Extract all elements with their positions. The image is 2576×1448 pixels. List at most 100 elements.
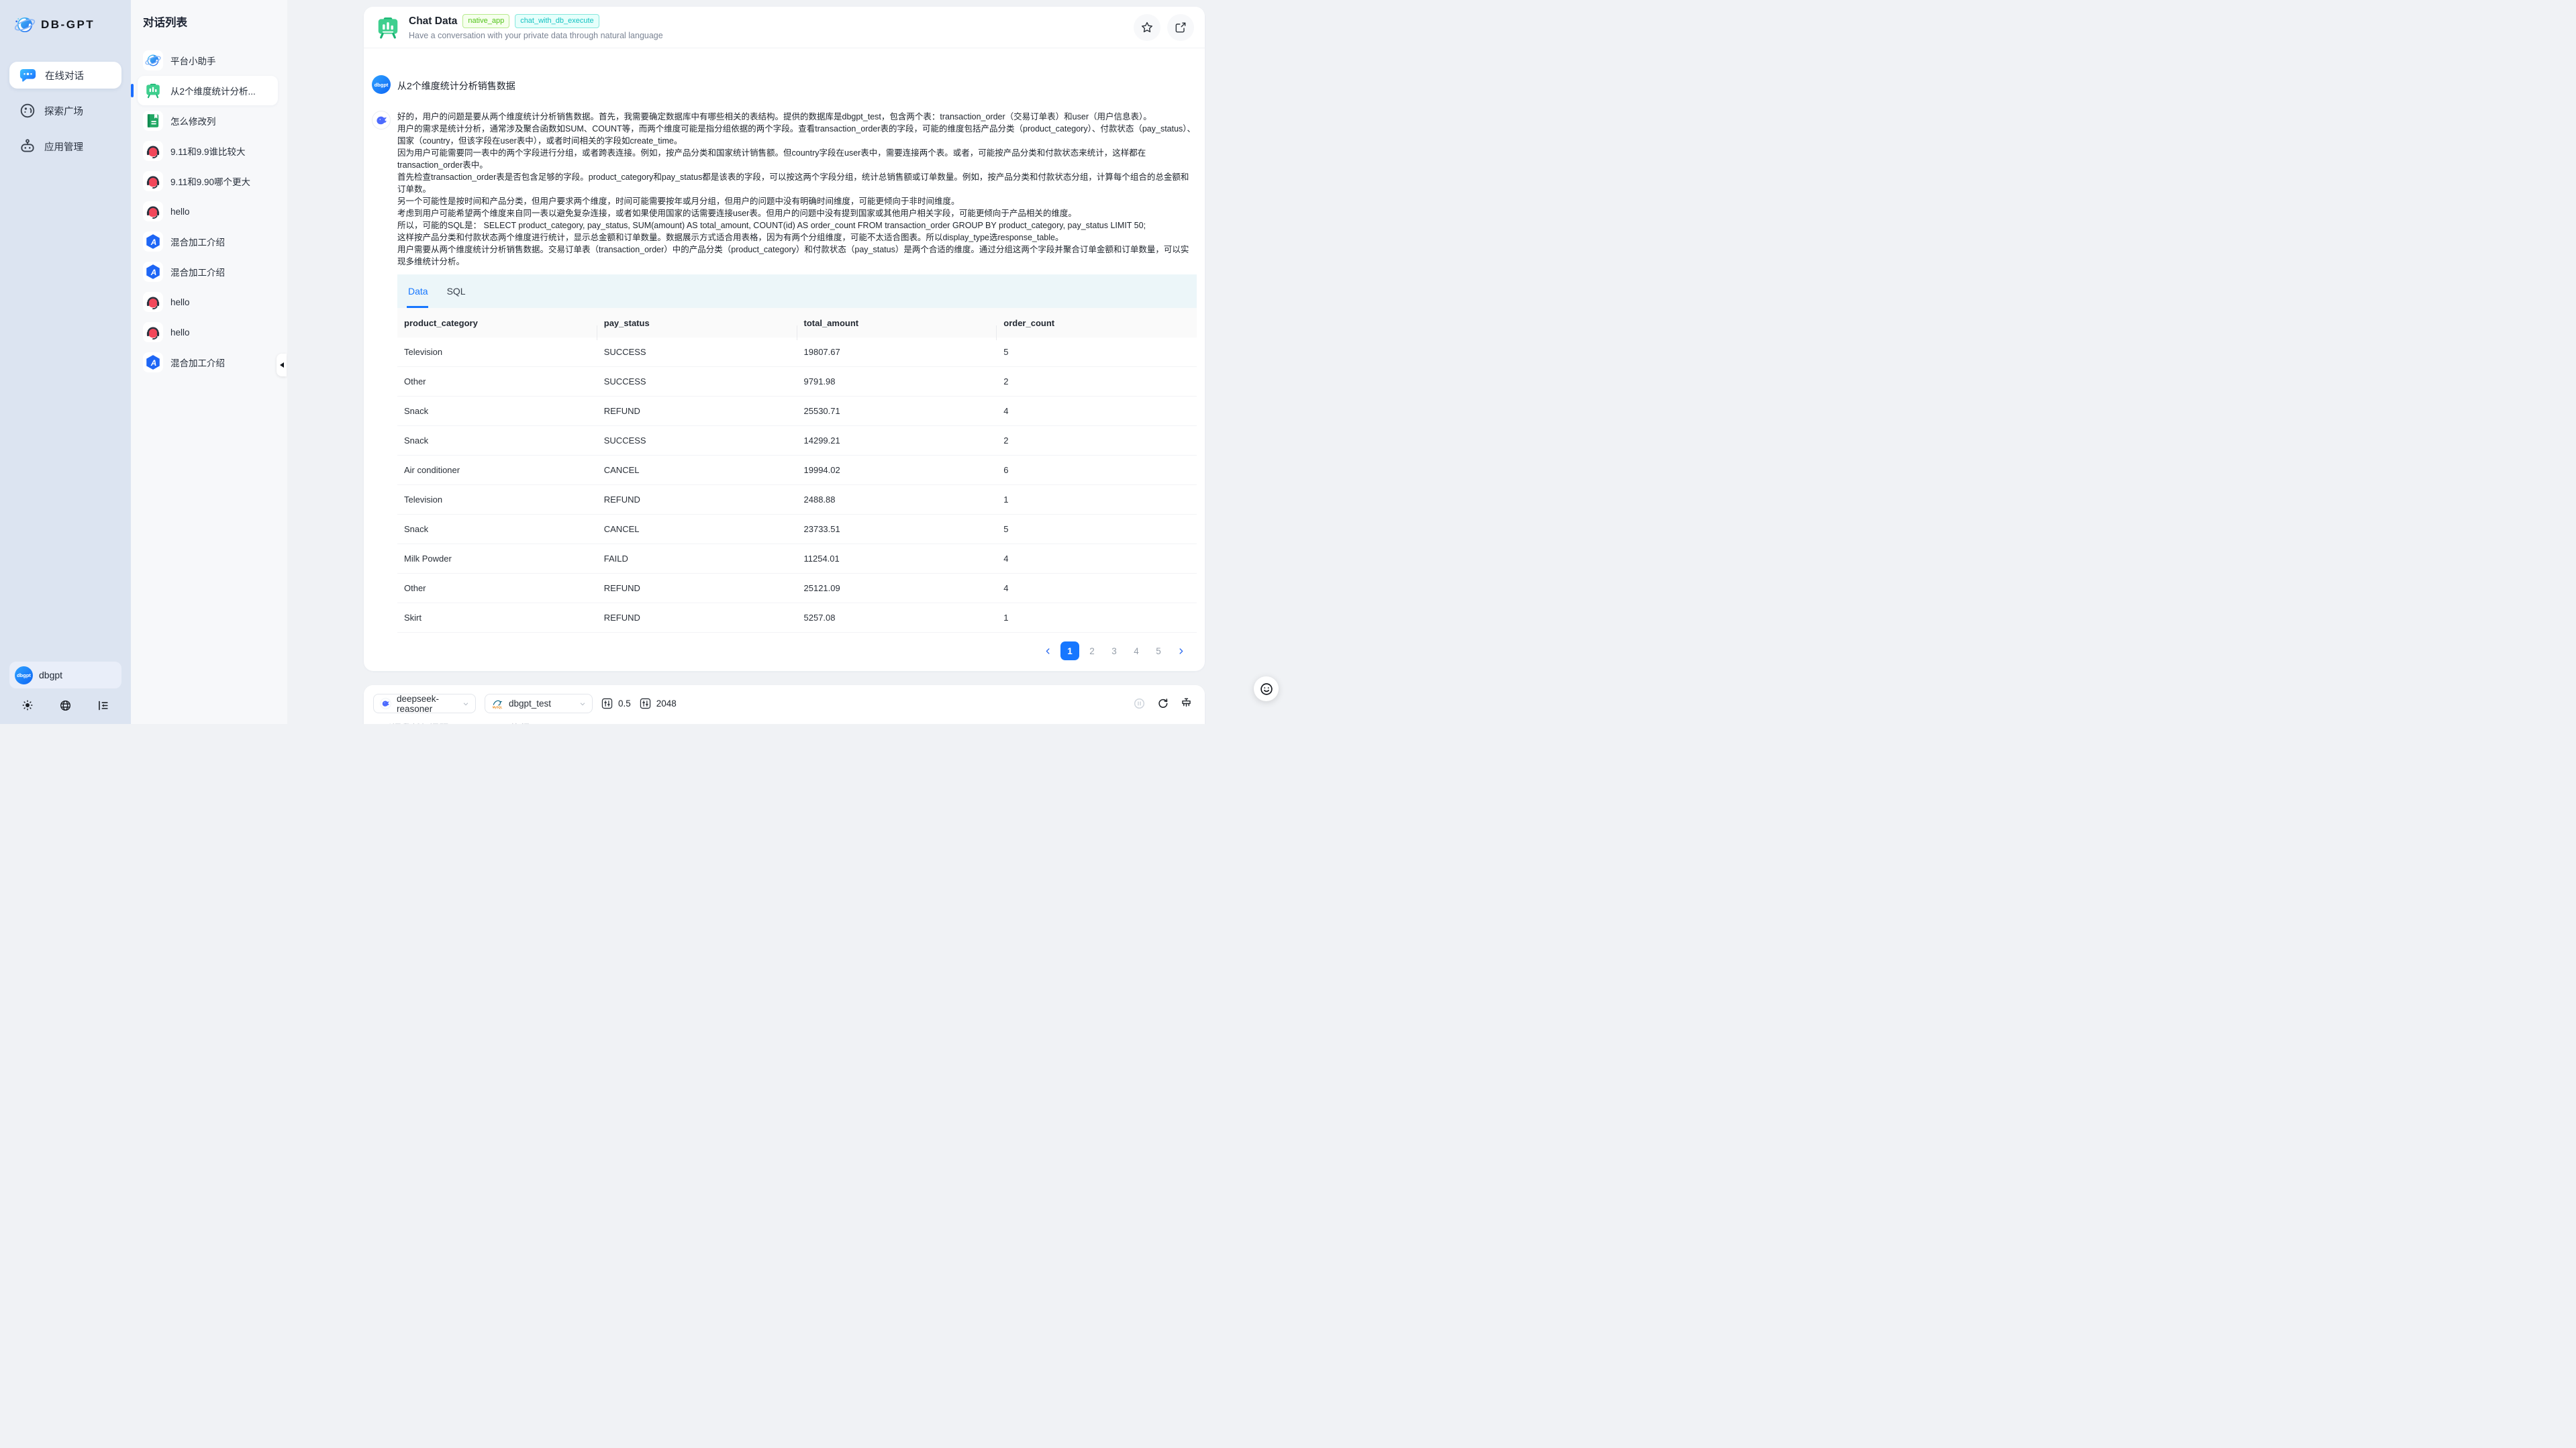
cell: 25121.09 <box>797 583 997 593</box>
conversation-item[interactable]: 9.11和9.90哪个更大 <box>138 166 278 196</box>
pagination-next-icon[interactable] <box>1171 641 1190 660</box>
headset-icon <box>143 171 163 191</box>
sidebar-item-explore[interactable]: 探索广场 <box>9 97 121 124</box>
sliders-icon <box>640 698 651 709</box>
pagination-page[interactable]: 4 <box>1127 641 1146 660</box>
pagination-page[interactable]: 2 <box>1083 641 1101 660</box>
pause-icon[interactable] <box>1133 697 1146 710</box>
conversation-item[interactable]: A 混合加工介绍 <box>138 227 278 256</box>
conversation-item[interactable]: A 混合加工介绍 <box>138 257 278 287</box>
assistant-paragraph: 考虑到用户可能希望两个维度来自同一表以避免复杂连接，或者如果使用国家的话需要连接… <box>397 207 1197 219</box>
temperature-value: 0.5 <box>618 699 631 709</box>
max-tokens-control[interactable]: 2048 <box>640 698 677 709</box>
language-globe-icon[interactable] <box>59 699 72 712</box>
nav-sidebar: DB-GPT 在线对话 探索广场 <box>0 0 131 724</box>
conversation-item-active[interactable]: 从2个维度统计分析... <box>138 76 278 105</box>
conversation-item[interactable]: A 混合加工介绍 <box>138 348 278 377</box>
cell: CANCEL <box>597 524 797 534</box>
cell: 4 <box>997 406 1197 416</box>
cell: Television <box>397 495 597 505</box>
cell: 1 <box>997 613 1197 623</box>
favorite-star-button[interactable] <box>1134 14 1160 41</box>
chat-card: Chat Data native_app chat_with_db_execut… <box>364 7 1205 671</box>
table-pagination: 1 2 3 4 5 <box>397 641 1190 660</box>
conversation-item-label: 怎么修改列 <box>170 114 216 127</box>
headset-icon <box>143 201 163 221</box>
conversation-item-label: hello <box>170 207 190 217</box>
database-select-value: dbgpt_test <box>509 699 574 709</box>
cell: 14299.21 <box>797 435 997 446</box>
column-header: order_count <box>997 318 1197 328</box>
page-title: Chat Data <box>409 15 457 28</box>
conversation-item-label: 9.11和9.90哪个更大 <box>170 174 250 188</box>
sidebar-item-label: 应用管理 <box>44 140 83 154</box>
svg-text:A: A <box>150 358 157 368</box>
feedback-smiley-button[interactable] <box>1254 676 1279 701</box>
cell: REFUND <box>597 495 797 505</box>
database-select[interactable]: MySQL dbgpt_test <box>485 694 593 713</box>
sidebar-item-app-management[interactable]: 应用管理 <box>9 133 121 160</box>
cell: 4 <box>997 554 1197 564</box>
conversation-list-panel: 对话列表 平台小助手 从2个维度统计分析... <box>131 0 287 724</box>
tab-data[interactable]: Data <box>408 274 428 308</box>
conversation-item[interactable]: 平台小助手 <box>138 46 278 75</box>
collapse-sidebar-icon[interactable] <box>97 699 109 712</box>
cell: 2488.88 <box>797 495 997 505</box>
theme-sun-icon[interactable] <box>21 699 34 712</box>
conversation-item-label: 混合加工介绍 <box>170 265 225 278</box>
cell: 5 <box>997 524 1197 534</box>
cell: Air conditioner <box>397 465 597 475</box>
app-logo-text: DB-GPT <box>41 18 95 32</box>
user-message-text: 从2个维度统计分析销售数据 <box>397 79 515 94</box>
conversation-item-label: 混合加工介绍 <box>170 235 225 248</box>
assistant-paragraph: 另一个可能性是按时间和产品分类，但用户要求两个维度，时间可能需要按年或月分组，但… <box>397 195 1197 207</box>
mysql-icon: MySQL <box>491 698 503 710</box>
pagination-prev-icon[interactable] <box>1038 641 1057 660</box>
badge-native-app: native_app <box>462 14 509 29</box>
user-profile-chip[interactable]: dbgpt dbgpt <box>9 662 121 688</box>
temperature-control[interactable]: 0.5 <box>601 698 631 709</box>
pagination-page[interactable]: 3 <box>1105 641 1124 660</box>
cell: CANCEL <box>597 465 797 475</box>
discover-planet-icon <box>19 102 36 119</box>
pagination-page-current[interactable]: 1 <box>1060 641 1079 660</box>
clear-broom-icon[interactable] <box>1180 697 1193 710</box>
cell: SUCCESS <box>597 435 797 446</box>
result-tabs: Data SQL <box>397 274 1197 308</box>
chart-board-icon <box>143 81 163 101</box>
query-result-panel: Data SQL product_category pay_status tot… <box>397 274 1197 660</box>
column-header: total_amount <box>797 318 997 328</box>
pagination-page[interactable]: 5 <box>1149 641 1168 660</box>
regenerate-icon[interactable] <box>1156 697 1169 710</box>
assistant-paragraph: 首先检查transaction_order表是否包含足够的字段。product_… <box>397 171 1197 195</box>
conversation-item[interactable]: hello <box>138 197 278 226</box>
composer: deepseek-reasoner MySQL dbgpt_test <box>364 685 1205 724</box>
conversation-item[interactable]: 怎么修改列 <box>138 106 278 136</box>
conversation-item[interactable]: hello <box>138 287 278 317</box>
cell: 5 <box>997 347 1197 357</box>
message-scroll-area[interactable]: dbgpt 从2个维度统计分析销售数据 好的，用户的问题是要从两个维度统计分析销… <box>364 48 1205 660</box>
cell: 11254.01 <box>797 554 997 564</box>
app-logo: DB-GPT <box>13 13 120 36</box>
share-export-button[interactable] <box>1167 14 1194 41</box>
headset-icon <box>143 292 163 312</box>
svg-text:MySQL: MySQL <box>493 705 503 709</box>
conversation-item[interactable]: 9.11和9.9谁比较大 <box>138 136 278 166</box>
table-row: Other REFUND 25121.09 4 <box>397 574 1197 603</box>
sidebar-item-online-chat[interactable]: 在线对话 <box>9 62 121 89</box>
svg-text:A: A <box>150 238 157 247</box>
column-header: product_category <box>397 318 597 328</box>
user-avatar: dbgpt <box>15 666 33 684</box>
cell: SUCCESS <box>597 376 797 386</box>
table-row: Snack CANCEL 23733.51 5 <box>397 515 1197 544</box>
blue-hexagon-a-icon: A <box>143 262 163 282</box>
panel-collapse-handle[interactable] <box>277 354 287 376</box>
tab-sql[interactable]: SQL <box>447 274 466 308</box>
headset-icon <box>143 322 163 342</box>
conversation-item-label: 混合加工介绍 <box>170 356 225 369</box>
conversation-item[interactable]: hello <box>138 317 278 347</box>
model-select[interactable]: deepseek-reasoner <box>373 694 476 713</box>
conversation-item-label: 平台小助手 <box>170 54 216 67</box>
table-row: Other SUCCESS 9791.98 2 <box>397 367 1197 397</box>
message-input[interactable] <box>373 721 1111 724</box>
